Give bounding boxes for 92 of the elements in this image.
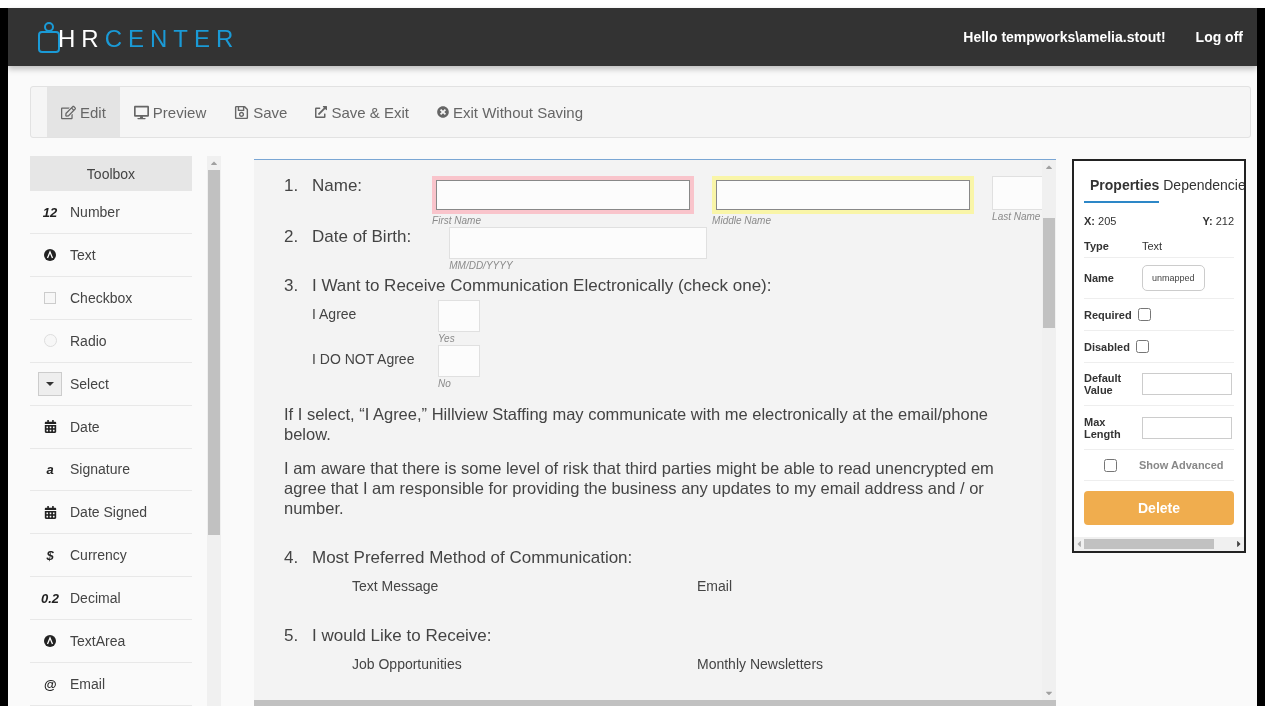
- option-label: I Agree: [312, 305, 358, 324]
- max-length-label: Max Length: [1084, 415, 1122, 440]
- exit-button[interactable]: Exit Without Saving: [422, 87, 598, 137]
- currency-glyph-icon: $: [46, 547, 54, 563]
- question-label: I would Like to Receive:: [312, 626, 492, 646]
- option-label: Text Message: [352, 578, 440, 594]
- toolbox-item[interactable]: Date Signed: [30, 491, 192, 535]
- edit-icon: [61, 104, 76, 120]
- dropdown-icon: [38, 371, 62, 396]
- type-value: Text: [1142, 240, 1163, 252]
- paragraph: If I select, “I Agree,” Hillview Staffing may communicate with me electronically at the email/phone below.: [284, 404, 989, 444]
- panel-tab[interactable]: Properties: [1084, 177, 1160, 203]
- external-link-icon: [315, 106, 328, 118]
- toolbox-item[interactable]: Radio: [30, 319, 192, 363]
- log-off-link[interactable]: Log off: [1195, 29, 1243, 45]
- scrollbar[interactable]: [254, 700, 1056, 706]
- toolbox-item[interactable]: Date: [30, 405, 192, 449]
- toolbox-item[interactable]: 0.2 Decimal: [30, 577, 192, 621]
- close-icon: [436, 106, 449, 118]
- option-label: I DO NOT Agree: [312, 350, 416, 369]
- question-label: I Want to Receive Communication Electronically (check one):: [312, 276, 772, 296]
- default-value-field[interactable]: [1142, 373, 1232, 395]
- scrollbar[interactable]: [1042, 160, 1056, 700]
- calendar-icon: [43, 505, 57, 519]
- default-value-label: Default Value: [1084, 372, 1123, 396]
- checkbox-icon: [44, 291, 56, 304]
- letter-circle-icon: [44, 635, 56, 648]
- disabled-label: Disabled: [1084, 340, 1130, 353]
- field-hint: Yes: [438, 333, 456, 345]
- question-number: 4.: [284, 548, 300, 568]
- toolbox-item[interactable]: TextArea: [30, 620, 192, 664]
- show-advanced-label: Show Advanced: [1139, 459, 1224, 471]
- x-label: X:: [1084, 215, 1095, 227]
- question-label: Most Preferred Method of Communication:: [312, 548, 633, 568]
- scrollbar-thumb[interactable]: [208, 170, 220, 535]
- advanced-checkbox[interactable]: [1104, 458, 1117, 472]
- y-label: Y:: [1202, 215, 1213, 227]
- monitor-icon: [133, 104, 149, 120]
- save-exit-button[interactable]: Save & Exit: [301, 87, 423, 137]
- y-value: 212: [1215, 215, 1234, 227]
- edit-button[interactable]: Edit: [47, 87, 120, 137]
- field-hint: First Name: [432, 215, 482, 227]
- question-label: Name:: [312, 176, 363, 196]
- question-number: 1.: [284, 176, 300, 196]
- toolbox-item[interactable]: @ Email: [30, 663, 192, 706]
- field-hint: No: [438, 378, 452, 390]
- max-length-field[interactable]: [1142, 416, 1232, 439]
- toolbox-item[interactable]: Checkbox: [30, 276, 192, 320]
- field-hint: MM/DD/YYYY: [449, 260, 514, 272]
- email-glyph-icon: @: [43, 676, 57, 692]
- field-hint: Last Name: [992, 211, 1042, 223]
- scrollbar-thumb[interactable]: [1043, 218, 1055, 328]
- radio-icon: [43, 334, 57, 348]
- calendar-icon: [43, 420, 57, 434]
- logo: HR CENTER: [38, 21, 240, 53]
- greeting-text: Hello tempworks\amelia.stout!: [963, 29, 1166, 45]
- question-number: 2.: [284, 227, 300, 247]
- toolbox-item[interactable]: $ Currency: [30, 534, 192, 578]
- scrollbar[interactable]: [1074, 537, 1244, 551]
- name-label: Name: [1084, 272, 1115, 284]
- x-value: 205: [1098, 215, 1117, 227]
- required-label: Required: [1084, 308, 1132, 321]
- question-number: 3.: [284, 276, 300, 296]
- letter-circle-icon: [44, 248, 56, 261]
- option-label: Monthly Newsletters: [697, 656, 825, 672]
- option-label: Job Opportunities: [352, 656, 463, 672]
- date-field[interactable]: [449, 227, 708, 259]
- save-button[interactable]: Save: [220, 87, 302, 137]
- highlighted-text-field[interactable]: [432, 176, 695, 214]
- toolbox-item[interactable]: Text: [30, 234, 192, 277]
- highlighted-text-field[interactable]: [712, 176, 975, 214]
- checkbox-field[interactable]: [438, 300, 480, 332]
- decimal-glyph-icon: 0.2: [40, 590, 60, 606]
- field-hint: Middle Name: [712, 215, 772, 227]
- question-label: Date of Birth:: [312, 227, 412, 247]
- toolbox-title: Toolbox: [30, 156, 192, 192]
- option-label: Email: [697, 578, 733, 594]
- paragraph: I am aware that there is some level of risk that third parties might be able to read unencrypted em agree that I am responsible for providing the business any updates to my email address and / or number.: [284, 458, 995, 518]
- checkbox-field[interactable]: [438, 345, 480, 377]
- name-field[interactable]: unmapped: [1142, 265, 1205, 291]
- save-icon: [234, 104, 250, 120]
- toolbox-item[interactable]: Select: [30, 362, 192, 406]
- toolbox-item[interactable]: a Signature: [30, 448, 192, 492]
- lock-outline-icon: [38, 21, 60, 53]
- toolbox-item[interactable]: 12 Number: [30, 191, 192, 234]
- signature-glyph-icon: a: [46, 462, 54, 477]
- number-glyph-icon: 12: [42, 204, 58, 220]
- type-label: Type: [1084, 240, 1110, 252]
- preview-button[interactable]: Preview: [119, 87, 221, 137]
- scrollbar[interactable]: [207, 156, 221, 706]
- question-number: 5.: [284, 626, 300, 646]
- required-checkbox[interactable]: [1137, 308, 1151, 321]
